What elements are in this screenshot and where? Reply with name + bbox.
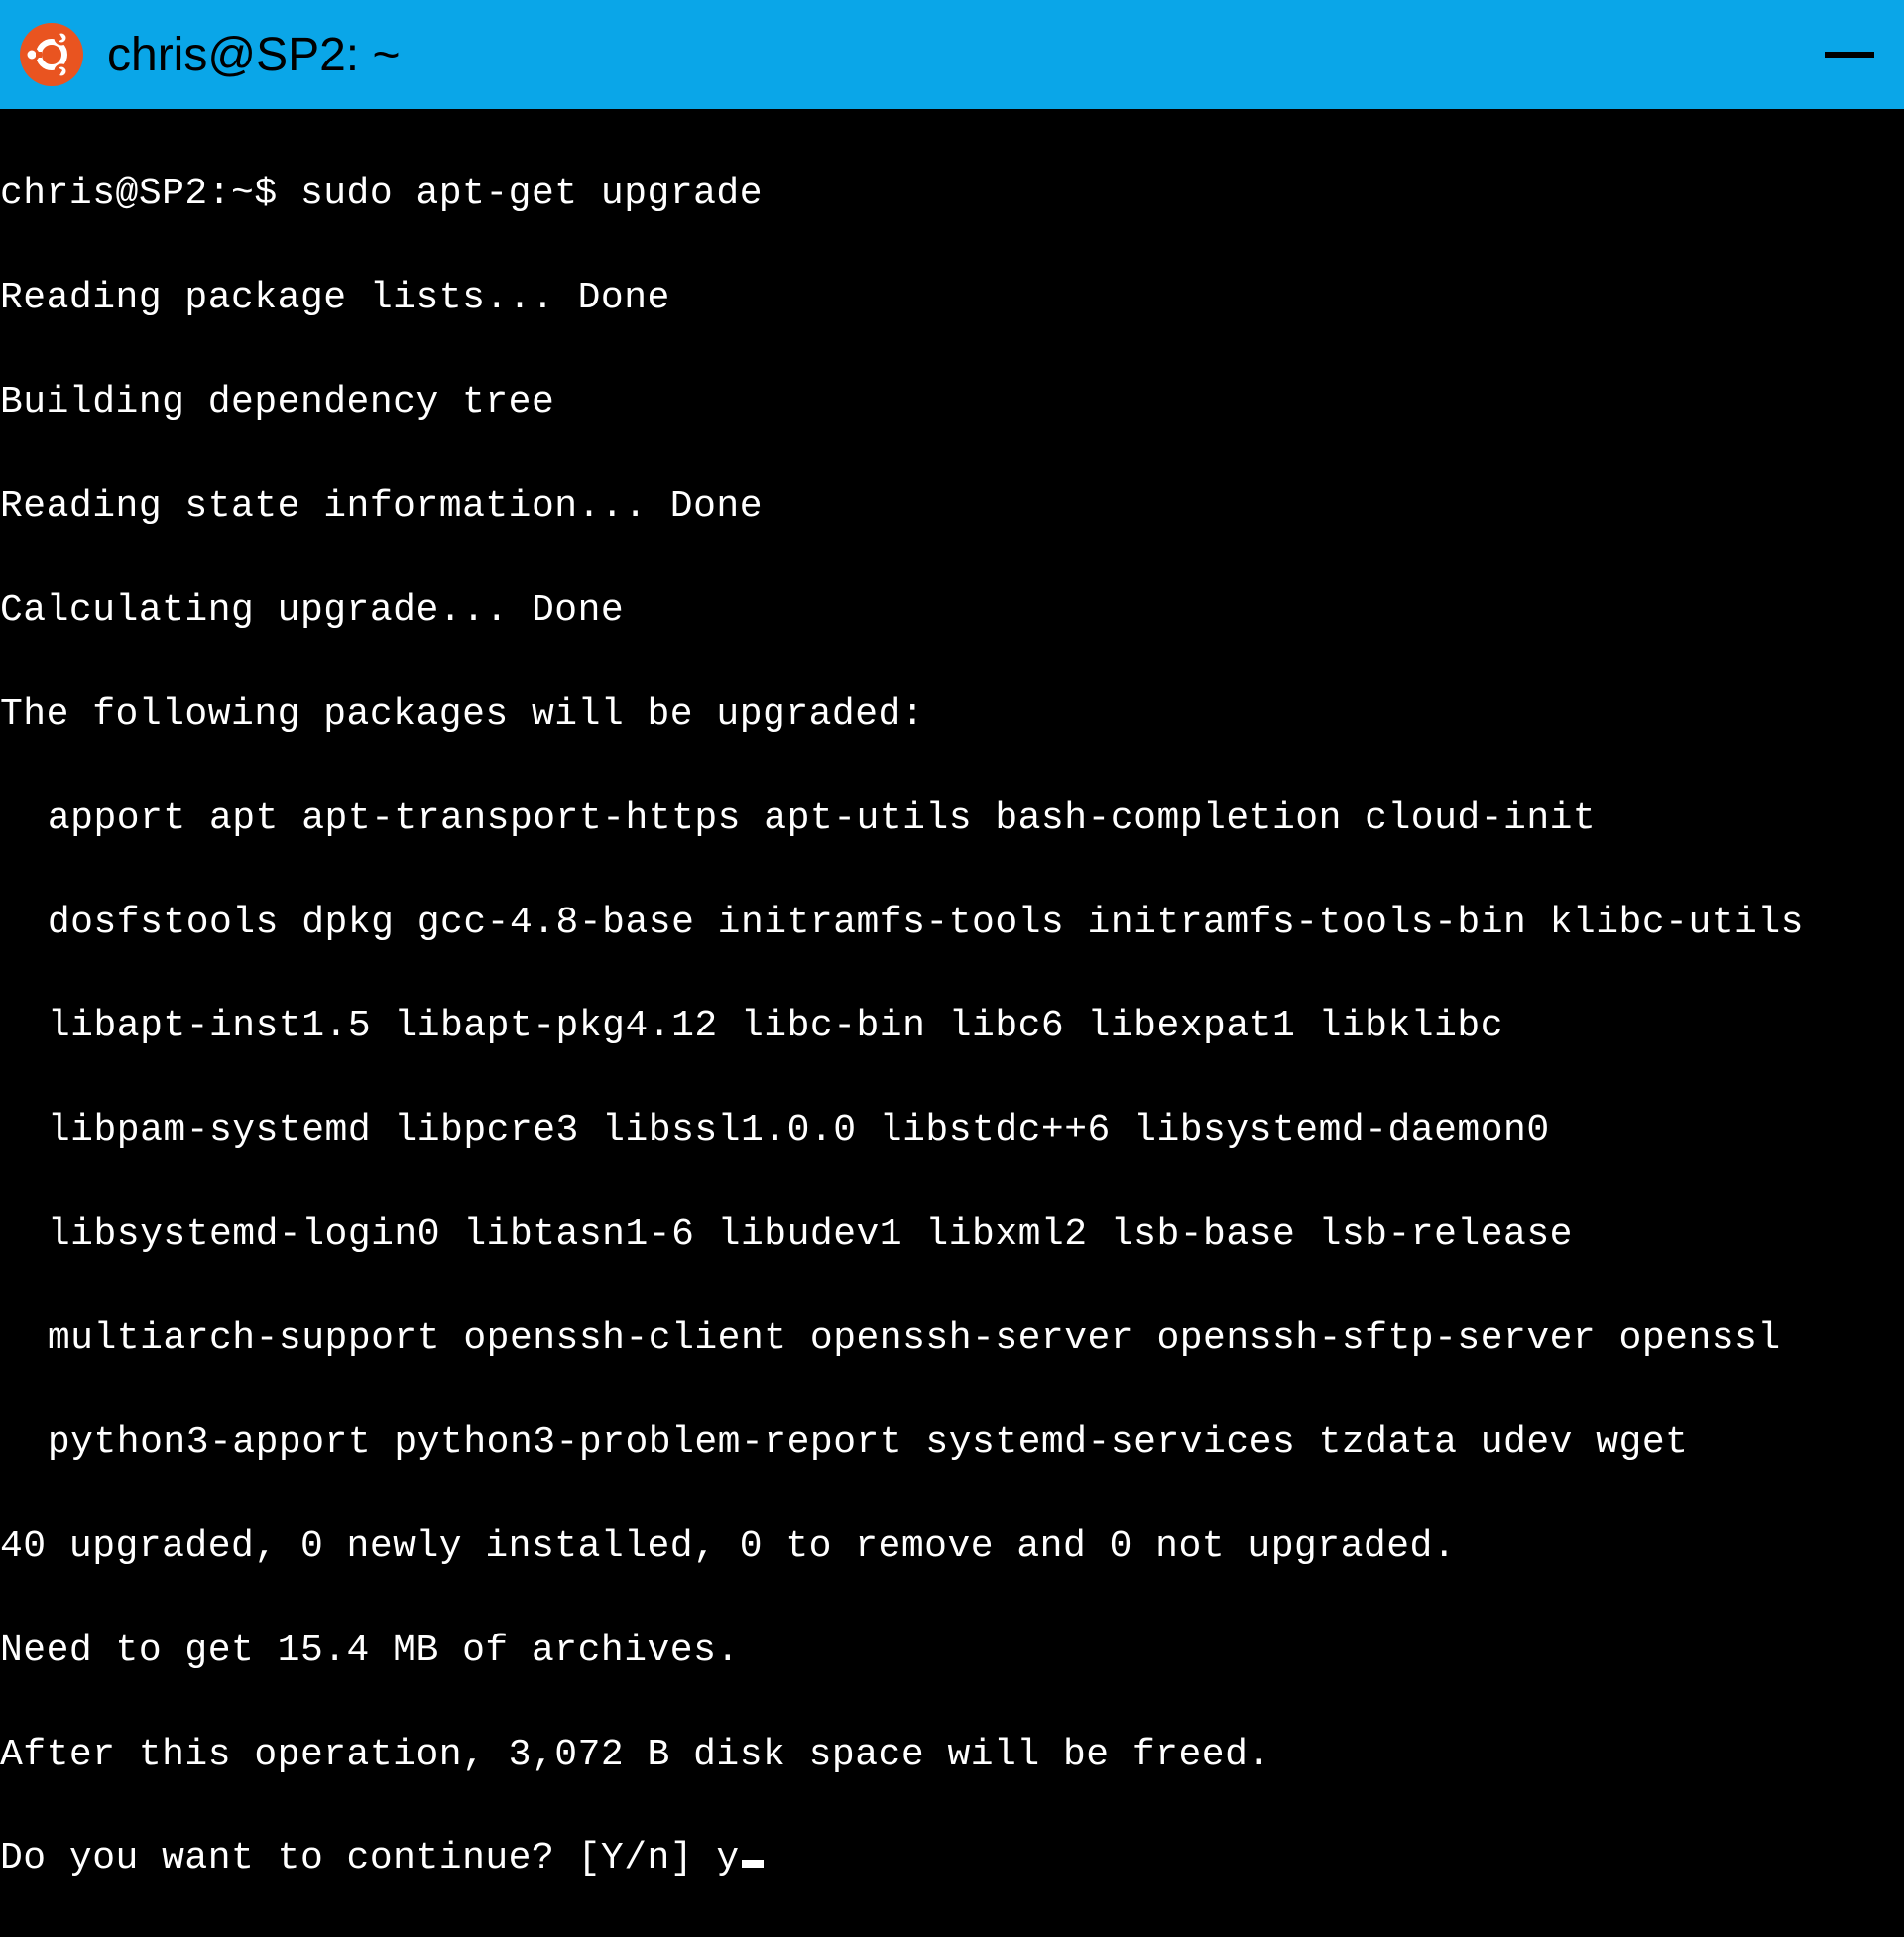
output-line: Reading package lists... Done [0, 273, 1904, 324]
window-title: chris@SP2: ~ [107, 28, 401, 82]
package-list-line: libsystemd-login0 libtasn1-6 libudev1 li… [0, 1209, 1904, 1261]
output-line: After this operation, 3,072 B disk space… [0, 1730, 1904, 1781]
continue-prompt-line: Do you want to continue? [Y/n] y [0, 1833, 1904, 1884]
shell-prompt: chris@SP2:~$ [0, 173, 300, 215]
terminal-output[interactable]: chris@SP2:~$ sudo apt-get upgrade Readin… [0, 109, 1904, 1937]
package-list-line: multiarch-support openssh-client openssh… [0, 1313, 1904, 1365]
output-line: Calculating upgrade... Done [0, 585, 1904, 637]
terminal-cursor [742, 1860, 764, 1868]
output-line: 40 upgraded, 0 newly installed, 0 to rem… [0, 1521, 1904, 1573]
package-list-line: dosfstools dpkg gcc-4.8-base initramfs-t… [0, 898, 1904, 949]
package-list-line: libapt-inst1.5 libapt-pkg4.12 libc-bin l… [0, 1001, 1904, 1052]
output-line: The following packages will be upgraded: [0, 689, 1904, 741]
package-list-line: apport apt apt-transport-https apt-utils… [0, 793, 1904, 845]
command-text: sudo apt-get upgrade [300, 173, 763, 215]
command-line: chris@SP2:~$ sudo apt-get upgrade [0, 169, 1904, 220]
package-list-line: libpam-systemd libpcre3 libssl1.0.0 libs… [0, 1105, 1904, 1156]
package-list-line: python3-apport python3-problem-report sy… [0, 1417, 1904, 1469]
output-line: Building dependency tree [0, 377, 1904, 428]
output-line: Need to get 15.4 MB of archives. [0, 1626, 1904, 1677]
output-line: Reading state information... Done [0, 481, 1904, 533]
user-input[interactable]: y [716, 1837, 739, 1879]
continue-prompt: Do you want to continue? [Y/n] [0, 1837, 716, 1879]
window-titlebar: chris@SP2: ~ [0, 0, 1904, 109]
ubuntu-icon [20, 23, 83, 86]
minimize-button[interactable] [1825, 52, 1874, 58]
